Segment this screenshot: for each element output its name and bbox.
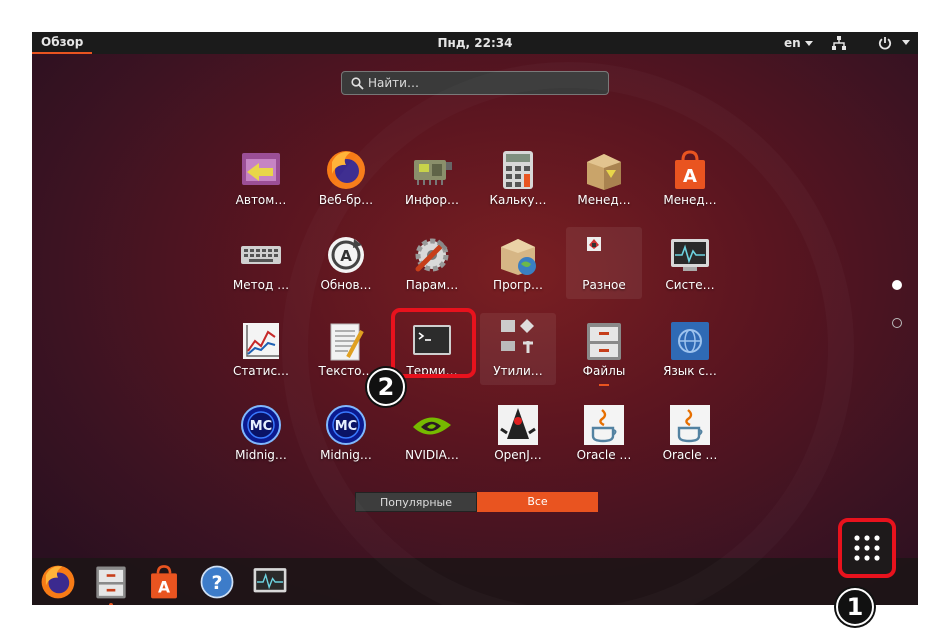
dock-item-firefox[interactable] (39, 563, 77, 601)
folder-misc[interactable]: Разное (561, 225, 647, 309)
app-software-updater[interactable]: A Обнов… (303, 225, 389, 309)
app-nvidia-settings[interactable]: NVIDIA… (389, 395, 475, 479)
dock-item-help[interactable]: ? (198, 563, 236, 601)
help-icon: ? (200, 565, 234, 599)
text-editor-icon (330, 323, 364, 361)
chart-icon (243, 323, 279, 359)
dock-item-files[interactable] (92, 563, 130, 605)
settings-icon (415, 238, 449, 272)
svg-text:A: A (340, 247, 352, 265)
language-support-icon (671, 322, 709, 360)
chip-icon (414, 160, 452, 185)
view-switcher: Популярные Все (355, 492, 598, 512)
running-indicator (599, 384, 609, 386)
app-oracle-java-1[interactable]: Oracle … (561, 395, 647, 479)
system-monitor-icon (253, 568, 287, 593)
app-system-monitor[interactable]: Систе… (647, 225, 733, 309)
show-applications-button[interactable] (838, 518, 896, 578)
utilities-folder-icon (501, 319, 534, 353)
svg-text:?: ? (211, 572, 222, 594)
terminal-highlight-frame (391, 308, 476, 378)
svg-text:A: A (683, 166, 697, 187)
files-icon (96, 566, 126, 599)
update-icon: A (328, 237, 364, 273)
app-midnight-commander-editor[interactable]: MC Midnig… (303, 395, 389, 479)
page-indicator-active[interactable] (892, 280, 902, 290)
desktop-screen: Обзор Пнд, 22:34 en Автом… Веб-бр… Инфор… (32, 32, 918, 605)
app-automation-icon (242, 153, 280, 185)
files-icon (587, 323, 621, 360)
app-statistics[interactable]: Статис… (218, 311, 304, 395)
activities-button[interactable]: Обзор (32, 32, 93, 54)
app-software-center[interactable]: A Менед… (647, 140, 733, 224)
chevron-down-icon[interactable] (902, 40, 910, 45)
top-bar: Обзор Пнд, 22:34 en (32, 32, 918, 54)
app-archive-manager[interactable]: Менед… (561, 140, 647, 224)
power-icon[interactable] (878, 36, 892, 50)
app-midnight-commander[interactable]: MC Midnig… (218, 395, 304, 479)
dock: A ? (32, 558, 918, 605)
firefox-icon (327, 151, 365, 189)
step-badge-1: 1 (836, 588, 874, 626)
system-monitor-icon (671, 239, 709, 271)
package-icon (587, 154, 621, 190)
app-openjdk[interactable]: OpenJ… (475, 395, 561, 479)
firefox-icon (41, 565, 75, 599)
svg-text:MC: MC (335, 419, 357, 434)
app-automation[interactable]: Автом… (218, 140, 304, 224)
running-indicator (109, 603, 113, 605)
language-menu[interactable]: en (784, 32, 813, 54)
search-icon (351, 77, 364, 90)
clock[interactable]: Пнд, 22:34 (438, 36, 513, 50)
app-files[interactable]: Файлы (561, 311, 647, 395)
app-web-browser[interactable]: Веб-бр… (303, 140, 389, 224)
dock-item-system-monitor[interactable] (251, 563, 289, 601)
app-input-method[interactable]: Метод … (218, 225, 304, 309)
app-info[interactable]: Инфор… (389, 140, 475, 224)
page-indicator[interactable] (892, 318, 902, 328)
app-settings[interactable]: Парам… (389, 225, 475, 309)
midnight-commander-icon: MC (326, 405, 366, 445)
step-badge-2: 2 (367, 368, 405, 406)
app-calculator[interactable]: Кальку… (475, 140, 561, 224)
calculator-icon (503, 151, 533, 189)
app-grid-icon (854, 535, 880, 561)
search-box[interactable] (341, 71, 609, 95)
search-input[interactable] (368, 75, 598, 91)
software-icon: A (675, 150, 705, 189)
app-language-support[interactable]: Язык с… (647, 311, 733, 395)
chevron-down-icon (804, 41, 813, 46)
nvidia-icon (413, 417, 451, 435)
midnight-commander-icon: MC (241, 405, 281, 445)
java-icon (584, 405, 624, 445)
keyboard-icon (241, 246, 281, 264)
svg-text:A: A (158, 578, 170, 596)
language-label: en (784, 36, 801, 50)
software-package-icon (501, 239, 536, 275)
app-oracle-java-2[interactable]: Oracle … (647, 395, 733, 479)
app-programs[interactable]: Прогр… (475, 225, 561, 309)
network-icon[interactable] (832, 36, 846, 50)
svg-text:MC: MC (250, 419, 272, 434)
dock-item-software[interactable]: A (145, 563, 183, 601)
software-icon: A (151, 565, 177, 599)
folder-utilities[interactable]: Утили… (475, 311, 561, 395)
tab-all[interactable]: Все (477, 492, 598, 512)
java-duke-icon (498, 405, 538, 445)
java-icon (670, 405, 710, 445)
misc-app-icon (587, 237, 601, 251)
tab-popular[interactable]: Популярные (355, 492, 477, 512)
